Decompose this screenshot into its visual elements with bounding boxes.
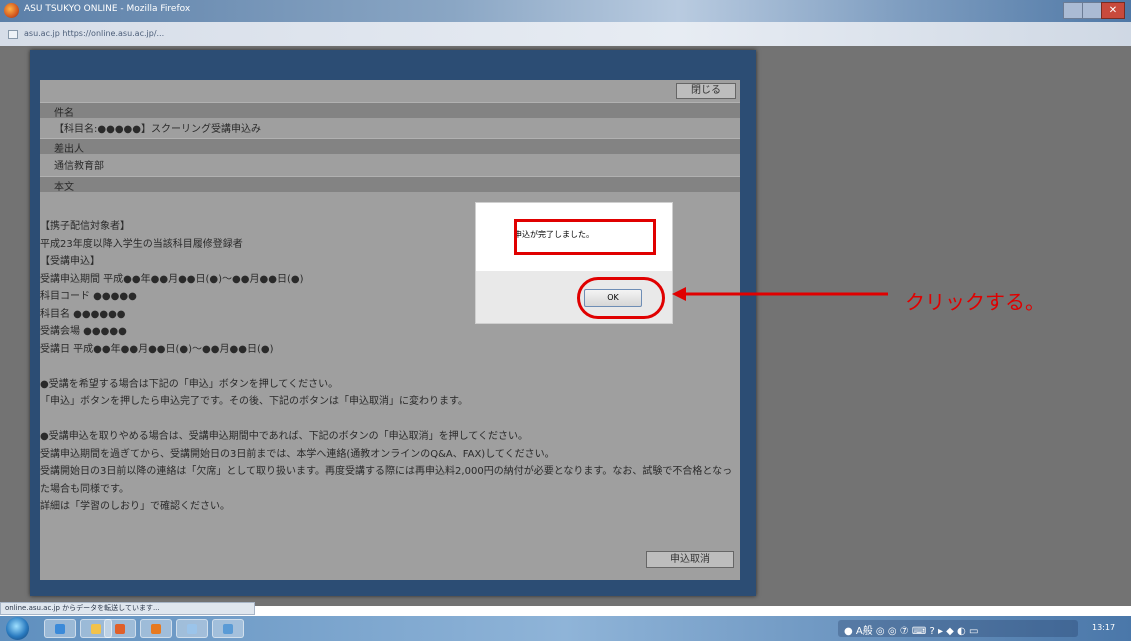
body-line: ●受講申込を取りやめる場合は、受講申込期間中であれば、下記のボタンの「申込取消」… bbox=[40, 431, 529, 442]
taskbar-app-media[interactable] bbox=[104, 619, 136, 638]
message-highlight-box bbox=[514, 219, 656, 255]
start-button[interactable] bbox=[6, 617, 29, 640]
window-title: ASU TSUKYO ONLINE - Mozilla Firefox bbox=[24, 4, 191, 14]
taskbar-app-firefox[interactable] bbox=[140, 619, 172, 638]
subject-header: 件名 bbox=[40, 102, 740, 119]
message-panel: 閉じる 件名 【科目名:●●●●●】スクーリング受講申込み 差出人 通信教育部 … bbox=[40, 80, 740, 580]
taskbar: ● A般 ◎ ◎ ⑦ ⌨ ? ▸ ◆ ◐ ▭ 13:17 bbox=[0, 616, 1131, 641]
ok-highlight-ellipse bbox=[577, 277, 665, 319]
body-line bbox=[40, 358, 736, 376]
sender-value: 通信教育部 bbox=[54, 161, 104, 172]
window-controls: ✕ bbox=[1063, 2, 1125, 19]
browser-status-bar: online.asu.ac.jp からデータを転送しています... bbox=[0, 602, 255, 615]
taskbar-app-ie[interactable] bbox=[44, 619, 76, 638]
body-line: 「申込」ボタンを押したら申込完了です。その後、下記のボタンは「申込取消」に変わり… bbox=[40, 396, 468, 407]
subject-value: 【科目名:●●●●●】スクーリング受講申込み bbox=[54, 124, 261, 135]
body-line: 受講日 平成●●年●●月●●日(●)～●●月●●日(●) bbox=[40, 343, 274, 355]
instruction-text: クリックする。 bbox=[905, 290, 1045, 314]
browser-title-bar: ASU TSUKYO ONLINE - Mozilla Firefox ✕ bbox=[0, 0, 1131, 22]
body-line: 詳細は「学習のしおり」で確認ください。 bbox=[40, 501, 230, 512]
firefox-icon bbox=[4, 3, 19, 18]
tray-icons[interactable]: ● A般 ◎ ◎ ⑦ ⌨ ? ▸ ◆ ◐ ▭ bbox=[844, 622, 978, 637]
body-line: ●受講を希望する場合は下記の「申込」ボタンを押してください。 bbox=[40, 378, 339, 390]
body-header: 本文 bbox=[40, 176, 740, 193]
minimize-button[interactable] bbox=[1063, 2, 1083, 19]
page-icon bbox=[8, 30, 18, 39]
body-line: 受講会場 ●●●●● bbox=[40, 326, 127, 337]
maximize-button[interactable] bbox=[1082, 2, 1102, 19]
url-text[interactable]: asu.ac.jp https://online.asu.ac.jp/... bbox=[24, 29, 164, 38]
address-bar[interactable]: asu.ac.jp https://online.asu.ac.jp/... bbox=[0, 22, 1131, 46]
cancel-application-button[interactable]: 申込取消 bbox=[646, 551, 734, 568]
taskbar-app-other[interactable] bbox=[212, 619, 244, 638]
body-line: 受講申込期間を過ぎてから、受講開始日の3日前までは、本学へ連絡(通教オンラインの… bbox=[40, 448, 555, 460]
sender-header: 差出人 bbox=[40, 138, 740, 155]
close-window-button[interactable]: ✕ bbox=[1101, 2, 1125, 19]
pointer-arrow-icon bbox=[672, 287, 888, 301]
body-line: 受講開始日の3日前以降の連絡は「欠席」として取り扱います。再度受講する際には再申… bbox=[40, 466, 733, 495]
body-line bbox=[40, 411, 736, 429]
clock[interactable]: 13:17 bbox=[1092, 623, 1115, 632]
subject-header-label: 件名 bbox=[54, 108, 74, 119]
system-tray: ● A般 ◎ ◎ ⑦ ⌨ ? ▸ ◆ ◐ ▭ bbox=[838, 620, 1078, 637]
sender-header-label: 差出人 bbox=[54, 144, 84, 155]
body-header-label: 本文 bbox=[54, 182, 74, 193]
close-button[interactable]: 閉じる bbox=[676, 83, 736, 99]
taskbar-app-window[interactable] bbox=[176, 619, 208, 638]
